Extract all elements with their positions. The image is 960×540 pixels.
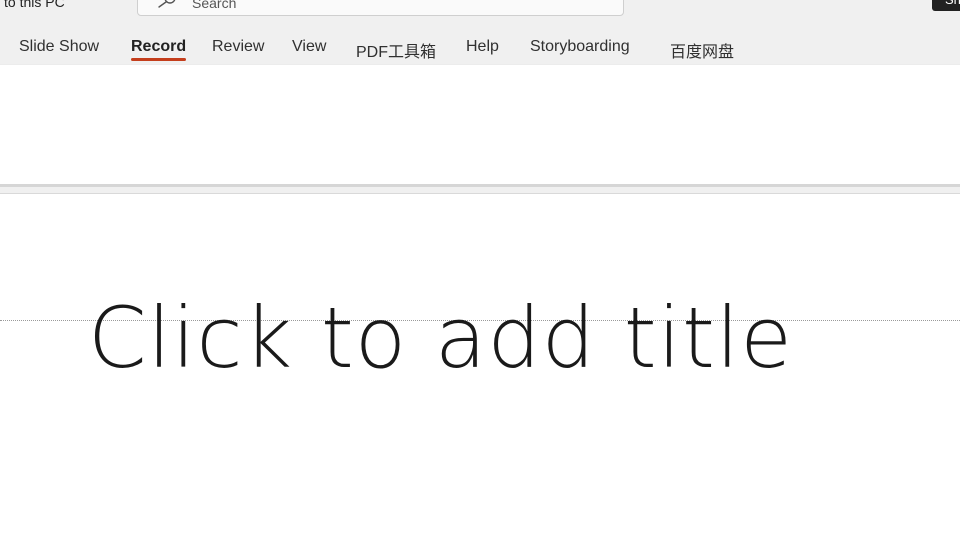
slide-title-placeholder[interactable]: Click to add title bbox=[88, 288, 793, 388]
ribbon-commands-area bbox=[0, 64, 960, 185]
tab-record[interactable]: Record bbox=[131, 38, 187, 61]
title-bar: to this PC Sh bbox=[0, 0, 960, 30]
search-icon bbox=[158, 0, 176, 8]
tab-baidu-netdisk[interactable]: 百度网盘 bbox=[670, 38, 734, 62]
tab-help[interactable]: Help bbox=[466, 38, 499, 56]
canvas-margin bbox=[0, 187, 960, 194]
search-input[interactable] bbox=[192, 0, 492, 11]
share-button[interactable]: Sh bbox=[932, 0, 960, 11]
search-box[interactable] bbox=[137, 0, 624, 16]
ribbon-tab-bar: Slide Show Record Review View PDF工具箱 Hel… bbox=[0, 30, 960, 64]
tab-pdf-toolbox[interactable]: PDF工具箱 bbox=[356, 38, 436, 62]
tab-slide-show[interactable]: Slide Show bbox=[19, 38, 99, 56]
tab-view[interactable]: View bbox=[292, 38, 326, 56]
tab-review[interactable]: Review bbox=[212, 38, 264, 56]
tab-storyboarding[interactable]: Storyboarding bbox=[530, 38, 630, 56]
save-location-label: to this PC bbox=[4, 0, 65, 10]
